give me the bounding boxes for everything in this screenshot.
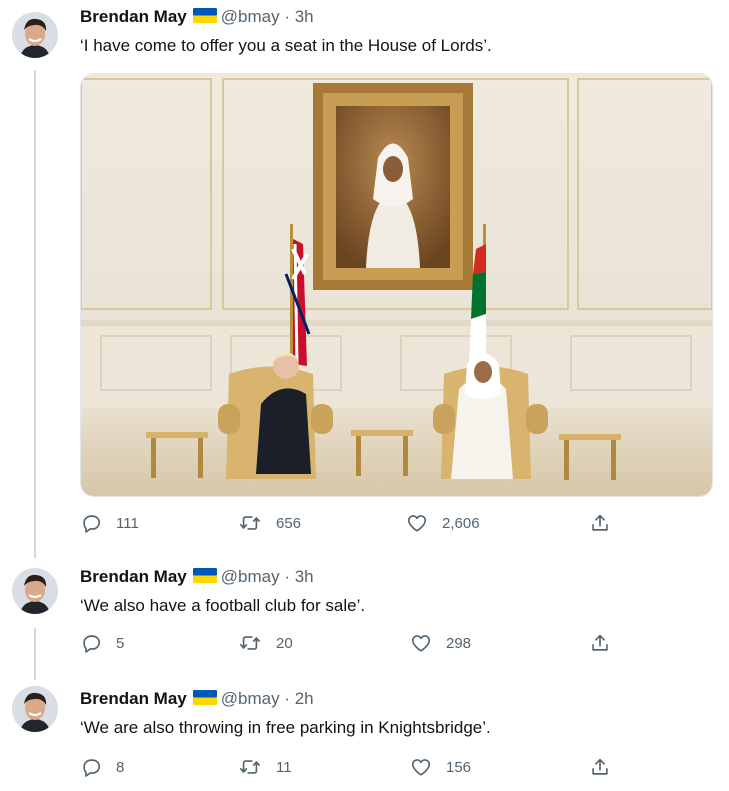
reply-count: 8 (116, 758, 125, 776)
retweet-count: 20 (276, 634, 293, 652)
share-button[interactable] (589, 756, 611, 778)
ukraine-flag-icon (192, 568, 217, 583)
retweet-count: 11 (276, 758, 292, 776)
share-icon (592, 758, 608, 775)
ukraine-flag-icon (192, 8, 217, 23)
separator-dot: · (284, 7, 290, 26)
avatar[interactable] (12, 568, 58, 614)
like-count: 298 (446, 634, 472, 652)
author-name[interactable]: Brendan May (80, 567, 187, 586)
tweet-actions: 5 20 298 (80, 632, 620, 656)
tweet-actions: 111 656 2,606 (80, 512, 620, 536)
tweet-body: Brendan May @bmay · 3h ‘We also have a fo… (80, 566, 711, 618)
timestamp[interactable]: 3h (295, 567, 314, 586)
reply-button[interactable]: 5 (80, 632, 124, 654)
tweet[interactable]: Brendan May @bmay · 3h ‘We also have a fo… (0, 558, 729, 676)
author-handle[interactable]: @bmay (221, 7, 280, 26)
like-button[interactable]: 2,606 (406, 512, 480, 534)
tweet-actions: 8 11 156 (80, 756, 620, 780)
photo-illustration (81, 74, 712, 496)
tweet[interactable]: Brendan May @bmay · 3h ‘I have come to of… (0, 0, 729, 555)
timestamp[interactable]: 2h (295, 689, 314, 708)
tweet-text: ‘We also have a football club for sale’. (80, 596, 366, 615)
like-button[interactable]: 298 (410, 632, 471, 654)
reply-icon (83, 515, 101, 533)
tweet-header: Brendan May @bmay · 3h (80, 566, 711, 588)
separator-dot: · (284, 567, 290, 586)
author-name[interactable]: Brendan May (80, 689, 187, 708)
retweet-button[interactable]: 20 (238, 632, 293, 654)
tweet[interactable]: Brendan May @bmay · 2h ‘We are also throw… (0, 680, 729, 791)
author-handle[interactable]: @bmay (221, 567, 280, 586)
tweet-body: Brendan May @bmay · 2h ‘We are also throw… (80, 688, 711, 740)
tweet-header: Brendan May @bmay · 2h (80, 688, 711, 710)
ukraine-flag-icon (192, 690, 217, 705)
reply-count: 111 (116, 514, 139, 532)
retweet-button[interactable]: 11 (238, 756, 292, 778)
retweet-icon (240, 760, 260, 774)
avatar[interactable] (12, 12, 58, 58)
reply-icon (83, 635, 101, 653)
author-handle[interactable]: @bmay (221, 689, 280, 708)
like-count: 2,606 (442, 514, 480, 532)
share-button[interactable] (589, 512, 611, 534)
separator-dot: · (284, 689, 290, 708)
reply-count: 5 (116, 634, 125, 652)
tweet-text: ‘We are also throwing in free parking in… (80, 718, 491, 737)
share-icon (592, 634, 608, 651)
author-name[interactable]: Brendan May (80, 7, 187, 26)
share-button[interactable] (589, 632, 611, 654)
like-count: 156 (446, 758, 472, 776)
tweet-body: Brendan May @bmay · 3h ‘I have come to of… (80, 6, 711, 58)
avatar[interactable] (12, 686, 58, 732)
timestamp[interactable]: 3h (295, 7, 314, 26)
heart-icon (407, 515, 427, 532)
retweet-icon (240, 516, 260, 530)
reply-button[interactable]: 8 (80, 756, 124, 778)
like-button[interactable]: 156 (410, 756, 471, 778)
retweet-icon (240, 636, 260, 650)
tweet-photo[interactable] (80, 73, 713, 497)
tweet-text: ‘I have come to offer you a seat in the … (80, 36, 492, 55)
heart-icon (411, 635, 431, 652)
share-icon (592, 514, 608, 531)
tweet-header: Brendan May @bmay · 3h (80, 6, 711, 28)
retweet-button[interactable]: 656 (238, 512, 301, 534)
reply-icon (83, 759, 101, 777)
reply-button[interactable]: 111 (80, 512, 139, 534)
heart-icon (411, 759, 431, 776)
retweet-count: 656 (276, 514, 302, 532)
